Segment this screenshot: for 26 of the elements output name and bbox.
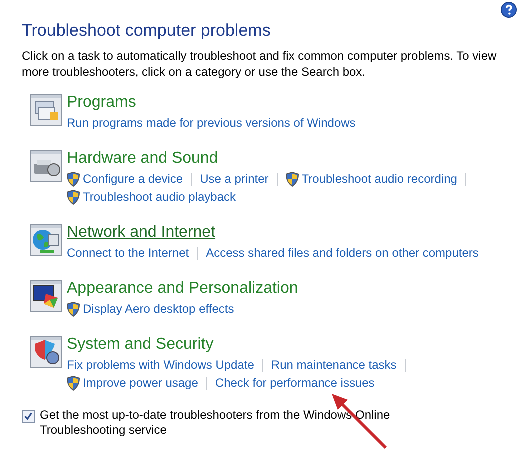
help-icon[interactable]	[501, 2, 517, 18]
task-link[interactable]: Connect to the Internet	[67, 246, 190, 260]
display-icon[interactable]	[30, 280, 62, 312]
task-link[interactable]: Use a printer	[200, 172, 269, 186]
task-link[interactable]: Fix problems with Windows Update	[67, 358, 254, 372]
task-link[interactable]: Display Aero desktop effects	[67, 302, 234, 316]
globe-icon[interactable]	[30, 224, 62, 256]
category-link[interactable]: System and Security	[67, 334, 214, 356]
task-link[interactable]: Improve power usage	[67, 376, 198, 390]
task-link[interactable]: Run maintenance tasks	[271, 358, 397, 372]
category-link[interactable]: Appearance and Personalization	[67, 278, 298, 300]
task-link[interactable]: Troubleshoot audio recording	[286, 172, 458, 186]
shield-icon[interactable]	[30, 336, 62, 368]
page-title: Troubleshoot computer problems	[22, 20, 272, 42]
task-link[interactable]: Run programs made for previous versions of Windows	[67, 116, 356, 130]
category-link[interactable]: Network and Internet	[67, 222, 216, 244]
page-description: Click on a task to automatically troubleshoot and fix common computer problems. To view more troubleshooters, click on a category or use the Search box.	[22, 48, 498, 80]
task-link[interactable]: Access shared files and folders on other computers	[206, 246, 479, 260]
checkbox[interactable]	[22, 410, 35, 423]
task-link[interactable]: Troubleshoot audio playback	[67, 190, 236, 204]
checkbox-label: Get the most up-to-date troubleshooters from the Windows Online Troubleshooting service	[40, 408, 392, 438]
category-link[interactable]: Hardware and Sound	[67, 148, 218, 170]
task-link[interactable]: Configure a device	[67, 172, 184, 186]
task-link[interactable]: Check for performance issues	[215, 376, 375, 390]
category-link[interactable]: Programs	[67, 92, 136, 114]
program-window-icon[interactable]	[30, 94, 62, 126]
